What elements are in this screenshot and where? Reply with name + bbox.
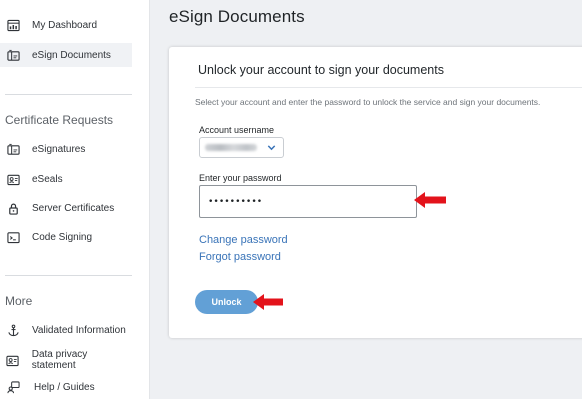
esignatures-icon [6,142,20,156]
annotation-arrow-icon [253,294,283,310]
esign-documents-icon [6,48,20,62]
code-signing-icon [6,230,20,244]
section-title-certificate-requests: Certificate Requests [5,113,114,127]
sidebar-item-esignatures[interactable]: eSignatures [0,137,132,161]
sidebar-item-label: eSignatures [32,143,86,155]
anchor-icon [6,323,20,337]
lock-icon [6,201,20,215]
sidebar-item-help-guides[interactable]: Help / Guides [0,375,132,399]
eseal-icon [6,172,20,186]
sidebar-divider [5,275,132,276]
redacted-username [205,144,257,151]
page-title: eSign Documents [169,7,305,26]
id-card-icon [6,353,20,367]
sidebar-item-code-signing[interactable]: Code Signing [0,225,132,249]
password-input[interactable] [199,185,417,218]
account-username-select[interactable] [199,137,284,158]
sidebar-item-label: Validated Information [32,324,126,336]
chevron-down-icon [267,145,276,151]
unlock-button[interactable]: Unlock [195,290,258,314]
sidebar-item-label: My Dashboard [32,19,98,31]
sidebar-divider [5,94,132,95]
forgot-password-link[interactable]: Forgot password [199,251,281,263]
sidebar-item-server-certificates[interactable]: Server Certificates [0,196,132,220]
account-username-label: Account username [199,125,275,135]
sidebar-item-esign-documents[interactable]: eSign Documents [0,43,132,67]
sidebar-item-label: Server Certificates [32,202,115,214]
sidebar-item-label: eSign Documents [32,49,111,61]
sidebar-item-my-dashboard[interactable]: My Dashboard [0,13,132,37]
sidebar-item-data-privacy-statement[interactable]: Data privacy statement [0,348,132,372]
sidebar-item-validated-information[interactable]: Validated Information [0,318,132,342]
card-divider [195,87,582,88]
dashboard-icon [6,18,20,32]
sidebar-item-label: eSeals [32,173,63,185]
sidebar-item-label: Code Signing [32,231,93,243]
unlock-account-card: Unlock your account to sign your documen… [169,47,582,338]
password-label: Enter your password [199,173,282,183]
help-guides-icon [6,380,20,394]
sidebar-item-eseals[interactable]: eSeals [0,167,132,191]
annotation-arrow-icon [414,192,446,208]
change-password-link[interactable]: Change password [199,234,288,246]
sidebar-item-label: Data privacy statement [31,349,88,371]
card-title: Unlock your account to sign your documen… [198,63,444,77]
card-description: Select your account and enter the passwo… [195,97,541,107]
sidebar: My Dashboard eSign Documents Certificate… [0,0,150,399]
section-title-more: More [5,294,33,308]
sidebar-item-label: Help / Guides [34,381,95,393]
